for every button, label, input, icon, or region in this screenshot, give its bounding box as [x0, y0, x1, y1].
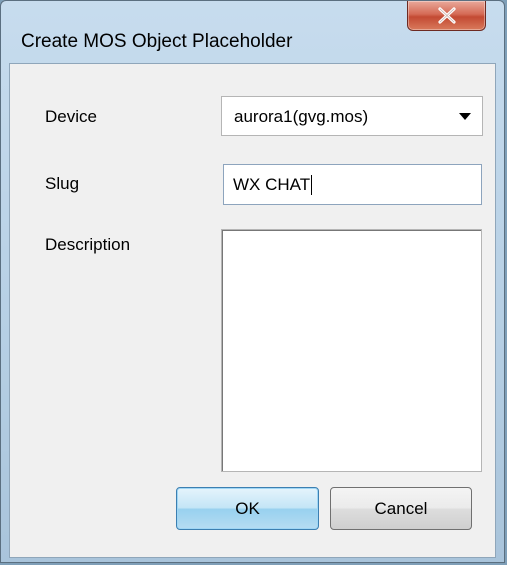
close-button[interactable]: [407, 1, 486, 31]
close-icon: [438, 7, 456, 24]
device-selected-value: aurora1(gvg.mos): [234, 107, 369, 126]
description-textarea[interactable]: [221, 229, 482, 472]
cancel-button[interactable]: Cancel: [330, 487, 472, 530]
dialog-window: Create MOS Object Placeholder Device aur…: [0, 0, 505, 563]
slug-label: Slug: [45, 174, 80, 193]
window-title: Create MOS Object Placeholder: [21, 31, 293, 52]
title-bar[interactable]: Create MOS Object Placeholder: [1, 1, 504, 63]
dialog-client-area: Device aurora1(gvg.mos) Slug WX CHAT Des…: [9, 63, 496, 558]
device-label: Device: [45, 107, 97, 126]
slug-input[interactable]: WX CHAT: [223, 164, 482, 205]
device-select[interactable]: aurora1(gvg.mos): [221, 96, 483, 136]
description-label: Description: [45, 235, 131, 254]
ok-button[interactable]: OK: [176, 487, 319, 530]
slug-input-value: WX CHAT: [233, 175, 313, 195]
chevron-down-icon: [459, 113, 471, 120]
